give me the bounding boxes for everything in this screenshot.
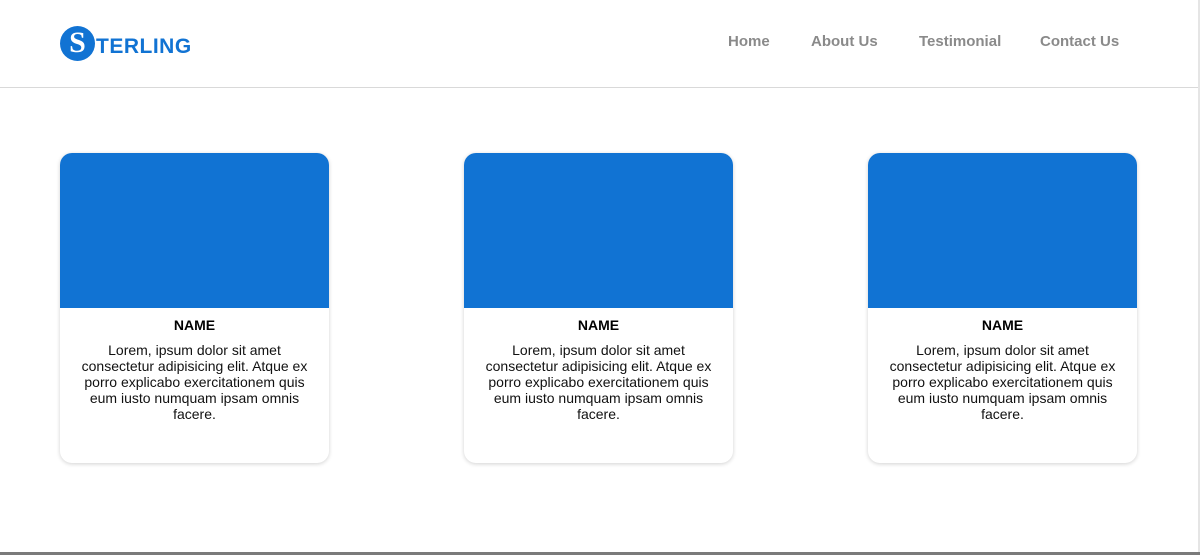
nav-home-link[interactable]: Home xyxy=(728,33,770,50)
card-image xyxy=(868,153,1137,308)
card-description: Lorem, ipsum dolor sit amet consectetur … xyxy=(889,342,1116,422)
card-name: NAME xyxy=(577,317,620,333)
card-image xyxy=(464,153,733,308)
profile-card: NAME Lorem, ipsum dolor sit amet consect… xyxy=(464,153,733,463)
card-name: NAME xyxy=(981,317,1024,333)
profile-card: NAME Lorem, ipsum dolor sit amet consect… xyxy=(868,153,1137,463)
profile-card: NAME Lorem, ipsum dolor sit amet consect… xyxy=(60,153,329,463)
card-description: Lorem, ipsum dolor sit amet consectetur … xyxy=(485,342,712,422)
card-description: Lorem, ipsum dolor sit amet consectetur … xyxy=(81,342,308,422)
nav-testimonial-link[interactable]: Testimonial xyxy=(919,33,1001,50)
card-name: NAME xyxy=(173,317,216,333)
main-nav: Home About Us Testimonial Contact Us xyxy=(0,33,1200,53)
site-header: S TERLING Home About Us Testimonial Cont… xyxy=(0,0,1198,88)
nav-about-link[interactable]: About Us xyxy=(811,33,878,50)
card-image xyxy=(60,153,329,308)
nav-contact-link[interactable]: Contact Us xyxy=(1040,33,1119,50)
